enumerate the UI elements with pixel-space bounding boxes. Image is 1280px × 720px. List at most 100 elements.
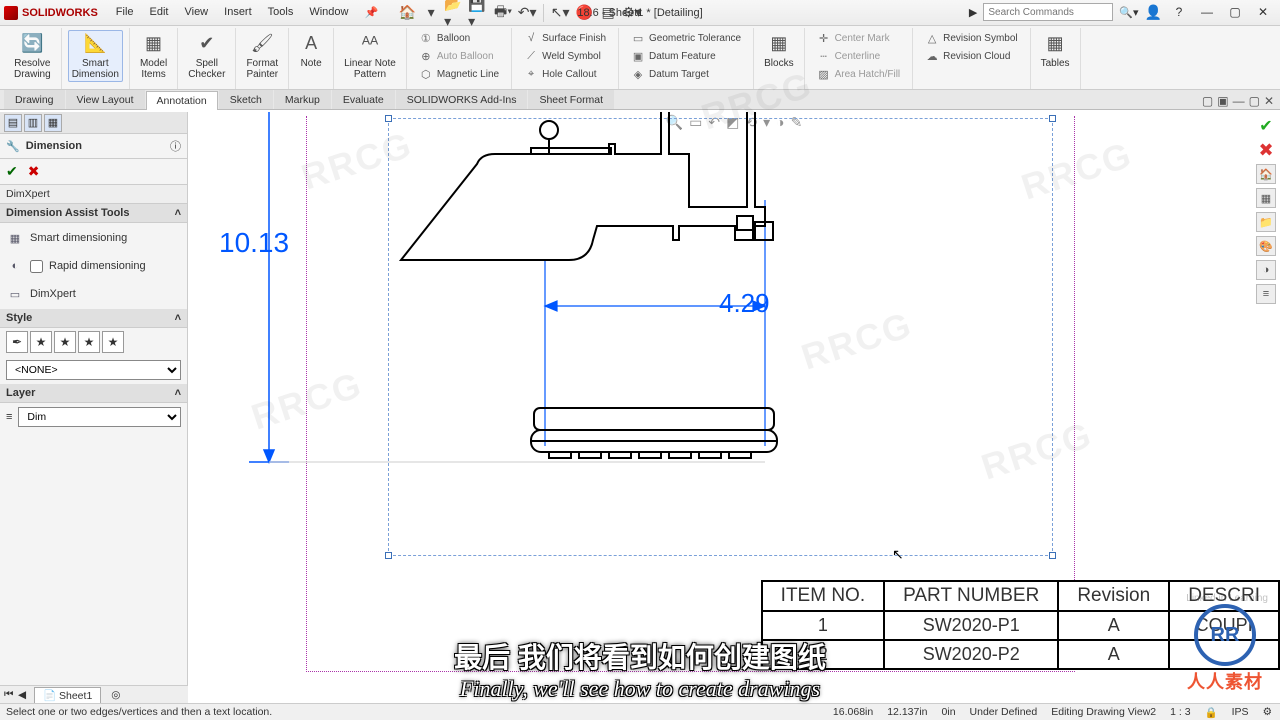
doc-minimize-icon[interactable]: — [1233, 94, 1245, 108]
smart-dimension-button[interactable]: 📐SmartDimension [68, 30, 123, 82]
command-search-input[interactable] [983, 3, 1113, 21]
style-tool-2-icon[interactable]: ★ [30, 331, 52, 353]
style-select[interactable]: <NONE> [6, 360, 181, 380]
note-button[interactable]: ANote [295, 30, 327, 71]
design-library-tab-icon[interactable]: ▦ [1256, 188, 1276, 208]
menu-file[interactable]: File [108, 6, 142, 19]
pm-ok-icon[interactable]: ✔ [6, 163, 18, 180]
user-icon[interactable]: 👤 [1145, 4, 1162, 21]
custom-props-tab-icon[interactable]: ≡ [1256, 284, 1276, 304]
status-lock-icon[interactable]: 🔒 [1205, 706, 1218, 719]
sheet-tab[interactable]: 📄 Sheet1 [34, 687, 101, 703]
tab-markup[interactable]: Markup [274, 90, 331, 109]
menu-insert[interactable]: Insert [216, 6, 260, 19]
pm-style-header[interactable]: Style ˄ [0, 309, 187, 328]
datum-feature-button[interactable]: ▣Datum Feature [629, 48, 743, 64]
view-palette-tab-icon[interactable]: 🎨 [1256, 236, 1276, 256]
print-icon[interactable]: 🖶▾ [492, 2, 514, 24]
doc-close-icon[interactable]: ✕ [1264, 94, 1274, 108]
sheet-nav-prev-icon[interactable]: ◀ [18, 689, 26, 701]
home-icon[interactable]: 🏠 [396, 2, 418, 24]
pm-layer-header[interactable]: Layer ˄ [0, 384, 187, 403]
model-items-button[interactable]: ▦ModelItems [136, 30, 171, 82]
pm-assist-header[interactable]: Dimension Assist Tools ˄ [0, 204, 187, 223]
pm-cancel-icon[interactable]: ✖ [28, 163, 40, 180]
smart-dimensioning-option[interactable]: ▦Smart dimensioning [6, 227, 181, 249]
weld-symbol-button[interactable]: ⟋Weld Symbol [522, 48, 608, 64]
layer-select[interactable]: Dim [18, 407, 181, 427]
status-units[interactable]: IPS [1232, 706, 1249, 718]
search-go-icon[interactable]: 🔍▾ [1119, 6, 1138, 19]
viewport-single-icon[interactable]: ▢ [1202, 94, 1213, 108]
revision-cloud-button[interactable]: ☁Revision Cloud [923, 48, 1019, 64]
file-explorer-tab-icon[interactable]: 📁 [1256, 212, 1276, 232]
viewport-link-icon[interactable]: ▣ [1217, 94, 1228, 108]
select-icon[interactable]: ↖▾ [549, 2, 571, 24]
tab-sheet-format[interactable]: Sheet Format [528, 90, 614, 109]
open-icon[interactable]: 📂▾ [444, 2, 466, 24]
geometric-tolerance-button[interactable]: ▭Geometric Tolerance [629, 30, 743, 46]
surface-finish-button[interactable]: √Surface Finish [522, 30, 608, 46]
tab-annotation[interactable]: Annotation [146, 91, 218, 110]
save-icon[interactable]: 💾▾ [468, 2, 490, 24]
tab-view-layout[interactable]: View Layout [66, 90, 145, 109]
pm-help-icon[interactable]: ⓘ [170, 138, 181, 154]
resources-tab-icon[interactable]: 🏠 [1256, 164, 1276, 184]
style-tool-1-icon[interactable]: ✒ [6, 331, 28, 353]
dimension-vertical[interactable]: 10.13 [219, 227, 289, 258]
col-part-number[interactable]: PART NUMBER [884, 581, 1058, 611]
rapid-dimensioning-checkbox[interactable] [30, 260, 43, 273]
style-tool-5-icon[interactable]: ★ [102, 331, 124, 353]
format-painter-button[interactable]: 🖌FormatPainter [242, 30, 282, 82]
sheet-nav-first-icon[interactable]: ⏮ [4, 688, 13, 701]
status-gear-icon[interactable]: ⚙ [1263, 706, 1272, 718]
rapid-dimensioning-option[interactable]: ◐Rapid dimensioning [6, 255, 181, 277]
revision-symbol-button[interactable]: △Revision Symbol [923, 30, 1019, 46]
command-search-icon[interactable]: ▶ [969, 6, 977, 19]
add-sheet-icon[interactable]: ◎ [111, 689, 120, 701]
blocks-button[interactable]: ▦Blocks [760, 30, 797, 71]
menu-pin-icon[interactable]: 📌 [356, 6, 386, 19]
tab-sketch[interactable]: Sketch [219, 90, 273, 109]
doc-restore-icon[interactable]: ▢ [1249, 94, 1260, 108]
menu-edit[interactable]: Edit [142, 6, 177, 19]
auto-balloon-button[interactable]: ⊕Auto Balloon [417, 48, 501, 64]
configuration-manager-tab-icon[interactable]: ▦ [44, 114, 62, 132]
menu-view[interactable]: View [176, 6, 216, 19]
datum-target-button[interactable]: ◈Datum Target [629, 66, 743, 82]
tab-drawing[interactable]: Drawing [4, 90, 65, 109]
appearances-tab-icon[interactable]: ◑ [1256, 260, 1276, 280]
status-scale[interactable]: 1 : 3 [1170, 706, 1190, 718]
style-tool-3-icon[interactable]: ★ [54, 331, 76, 353]
col-item-no[interactable]: ITEM NO. [762, 581, 884, 611]
magnetic-line-button[interactable]: ⬡Magnetic Line [417, 66, 501, 82]
tables-button[interactable]: ▦Tables [1037, 30, 1074, 71]
app-minimize-icon[interactable]: — [1196, 3, 1218, 21]
confirm-corner-ok-icon[interactable]: ✔ [1256, 116, 1276, 136]
area-hatch-fill-button[interactable]: ▨Area Hatch/Fill [815, 66, 903, 82]
col-revision[interactable]: Revision [1058, 581, 1169, 611]
app-restore-icon[interactable]: ▢ [1224, 3, 1246, 21]
undo-icon[interactable]: ↶▾ [516, 2, 538, 24]
dimxpert-option[interactable]: ▭DimXpert [6, 283, 181, 305]
style-tool-4-icon[interactable]: ★ [78, 331, 100, 353]
dimension-horizontal[interactable]: 4.29 [719, 288, 770, 318]
app-close-icon[interactable]: ✕ [1252, 3, 1274, 21]
menu-tools[interactable]: Tools [260, 6, 302, 19]
menu-window[interactable]: Window [301, 6, 356, 19]
hole-callout-button[interactable]: ⌖Hole Callout [522, 66, 608, 82]
balloon-button[interactable]: ①Balloon [417, 30, 501, 46]
feature-manager-tab-icon[interactable]: ▤ [4, 114, 22, 132]
pm-tab-dimxpert[interactable]: DimXpert [0, 184, 187, 204]
property-manager-tab-icon[interactable]: ▥ [24, 114, 42, 132]
tab-evaluate[interactable]: Evaluate [332, 90, 395, 109]
spell-checker-button[interactable]: ✔SpellChecker [184, 30, 229, 82]
tab-solidworks-addins[interactable]: SOLIDWORKS Add-Ins [396, 90, 528, 109]
help-icon[interactable]: ? [1168, 3, 1190, 21]
new-icon[interactable]: ▾ [420, 2, 442, 24]
centerline-button[interactable]: ┄Centerline [815, 48, 903, 64]
linear-note-pattern-button[interactable]: ᴬᴬLinear NotePattern [340, 30, 400, 82]
resolve-drawing-button[interactable]: 🔄ResolveDrawing [10, 30, 55, 82]
center-mark-button[interactable]: ✛Center Mark [815, 30, 903, 46]
drawing-canvas[interactable]: 🔍 ▭ ↶ ◩ ⟲ ▾ ◑ ✎ [188, 112, 1280, 702]
